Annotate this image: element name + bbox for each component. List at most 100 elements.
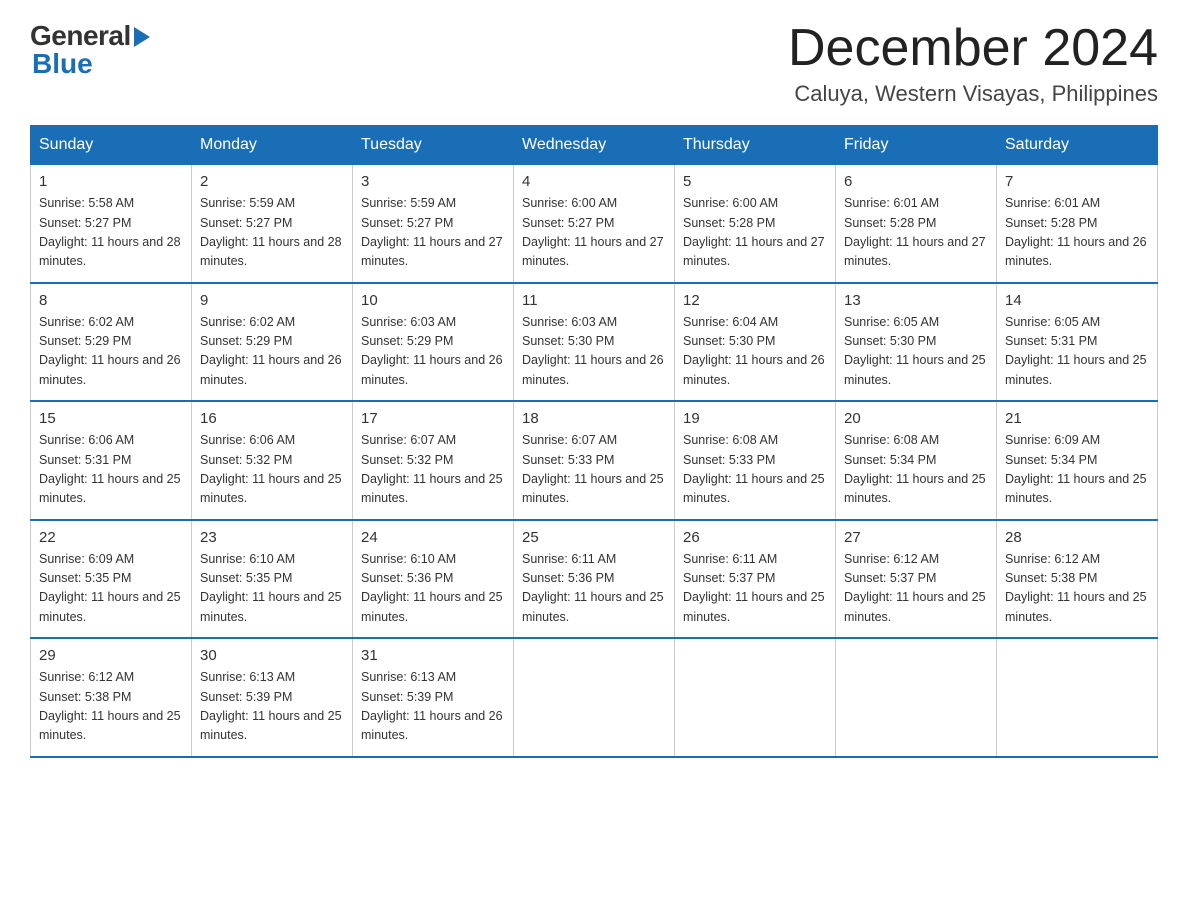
calendar-cell [997,638,1158,757]
calendar-cell: 3 Sunrise: 5:59 AMSunset: 5:27 PMDayligh… [353,165,514,283]
day-info: Sunrise: 6:07 AMSunset: 5:32 PMDaylight:… [361,433,503,505]
calendar-cell: 14 Sunrise: 6:05 AMSunset: 5:31 PMDaylig… [997,283,1158,402]
calendar-cell: 24 Sunrise: 6:10 AMSunset: 5:36 PMDaylig… [353,520,514,639]
day-number: 6 [844,173,988,190]
day-info: Sunrise: 6:02 AMSunset: 5:29 PMDaylight:… [200,315,342,387]
calendar-cell: 5 Sunrise: 6:00 AMSunset: 5:28 PMDayligh… [675,165,836,283]
day-info: Sunrise: 6:06 AMSunset: 5:31 PMDaylight:… [39,433,181,505]
day-info: Sunrise: 6:09 AMSunset: 5:34 PMDaylight:… [1005,433,1147,505]
calendar-week-row: 22 Sunrise: 6:09 AMSunset: 5:35 PMDaylig… [31,520,1158,639]
calendar-header-thursday: Thursday [675,126,836,165]
calendar-header-row: SundayMondayTuesdayWednesdayThursdayFrid… [31,126,1158,165]
day-number: 31 [361,647,505,664]
day-info: Sunrise: 6:13 AMSunset: 5:39 PMDaylight:… [200,670,342,742]
calendar-cell: 17 Sunrise: 6:07 AMSunset: 5:32 PMDaylig… [353,401,514,520]
day-info: Sunrise: 6:06 AMSunset: 5:32 PMDaylight:… [200,433,342,505]
calendar-header-wednesday: Wednesday [514,126,675,165]
day-info: Sunrise: 6:01 AMSunset: 5:28 PMDaylight:… [844,196,986,268]
calendar-cell: 11 Sunrise: 6:03 AMSunset: 5:30 PMDaylig… [514,283,675,402]
logo-blue-text: Blue [32,48,93,80]
day-number: 13 [844,292,988,309]
day-number: 2 [200,173,344,190]
day-number: 17 [361,410,505,427]
day-number: 1 [39,173,183,190]
day-info: Sunrise: 6:12 AMSunset: 5:38 PMDaylight:… [1005,552,1147,624]
day-info: Sunrise: 6:13 AMSunset: 5:39 PMDaylight:… [361,670,503,742]
calendar-cell: 16 Sunrise: 6:06 AMSunset: 5:32 PMDaylig… [192,401,353,520]
day-info: Sunrise: 6:04 AMSunset: 5:30 PMDaylight:… [683,315,825,387]
day-info: Sunrise: 6:03 AMSunset: 5:29 PMDaylight:… [361,315,503,387]
calendar-header-sunday: Sunday [31,126,192,165]
calendar-cell [514,638,675,757]
calendar-header-monday: Monday [192,126,353,165]
calendar-cell: 4 Sunrise: 6:00 AMSunset: 5:27 PMDayligh… [514,165,675,283]
calendar-cell: 13 Sunrise: 6:05 AMSunset: 5:30 PMDaylig… [836,283,997,402]
day-info: Sunrise: 6:05 AMSunset: 5:30 PMDaylight:… [844,315,986,387]
day-info: Sunrise: 6:08 AMSunset: 5:33 PMDaylight:… [683,433,825,505]
day-info: Sunrise: 6:10 AMSunset: 5:36 PMDaylight:… [361,552,503,624]
calendar-cell: 21 Sunrise: 6:09 AMSunset: 5:34 PMDaylig… [997,401,1158,520]
day-info: Sunrise: 6:03 AMSunset: 5:30 PMDaylight:… [522,315,664,387]
calendar-cell: 10 Sunrise: 6:03 AMSunset: 5:29 PMDaylig… [353,283,514,402]
page-header: General Blue December 2024 Caluya, Weste… [30,20,1158,107]
calendar-cell: 6 Sunrise: 6:01 AMSunset: 5:28 PMDayligh… [836,165,997,283]
logo-triangle-icon [134,27,150,47]
day-number: 15 [39,410,183,427]
calendar-cell: 27 Sunrise: 6:12 AMSunset: 5:37 PMDaylig… [836,520,997,639]
calendar-cell: 9 Sunrise: 6:02 AMSunset: 5:29 PMDayligh… [192,283,353,402]
calendar-cell: 19 Sunrise: 6:08 AMSunset: 5:33 PMDaylig… [675,401,836,520]
calendar-cell: 20 Sunrise: 6:08 AMSunset: 5:34 PMDaylig… [836,401,997,520]
day-number: 10 [361,292,505,309]
day-number: 21 [1005,410,1149,427]
calendar-cell [675,638,836,757]
day-info: Sunrise: 6:12 AMSunset: 5:37 PMDaylight:… [844,552,986,624]
day-number: 20 [844,410,988,427]
day-number: 12 [683,292,827,309]
location-subtitle: Caluya, Western Visayas, Philippines [788,81,1158,107]
calendar-header-saturday: Saturday [997,126,1158,165]
day-info: Sunrise: 6:00 AMSunset: 5:27 PMDaylight:… [522,196,664,268]
day-number: 22 [39,529,183,546]
day-info: Sunrise: 6:07 AMSunset: 5:33 PMDaylight:… [522,433,664,505]
calendar-cell: 8 Sunrise: 6:02 AMSunset: 5:29 PMDayligh… [31,283,192,402]
calendar-cell: 18 Sunrise: 6:07 AMSunset: 5:33 PMDaylig… [514,401,675,520]
day-number: 23 [200,529,344,546]
day-number: 27 [844,529,988,546]
day-info: Sunrise: 5:59 AMSunset: 5:27 PMDaylight:… [361,196,503,268]
day-number: 30 [200,647,344,664]
day-number: 7 [1005,173,1149,190]
day-number: 19 [683,410,827,427]
day-number: 3 [361,173,505,190]
calendar-table: SundayMondayTuesdayWednesdayThursdayFrid… [30,125,1158,758]
calendar-cell: 2 Sunrise: 5:59 AMSunset: 5:27 PMDayligh… [192,165,353,283]
day-number: 29 [39,647,183,664]
calendar-cell: 30 Sunrise: 6:13 AMSunset: 5:39 PMDaylig… [192,638,353,757]
calendar-cell [836,638,997,757]
day-number: 18 [522,410,666,427]
day-info: Sunrise: 6:11 AMSunset: 5:37 PMDaylight:… [683,552,825,624]
calendar-cell: 29 Sunrise: 6:12 AMSunset: 5:38 PMDaylig… [31,638,192,757]
day-info: Sunrise: 5:58 AMSunset: 5:27 PMDaylight:… [39,196,181,268]
day-number: 8 [39,292,183,309]
day-info: Sunrise: 6:09 AMSunset: 5:35 PMDaylight:… [39,552,181,624]
calendar-cell: 12 Sunrise: 6:04 AMSunset: 5:30 PMDaylig… [675,283,836,402]
title-block: December 2024 Caluya, Western Visayas, P… [788,20,1158,107]
day-number: 25 [522,529,666,546]
day-number: 24 [361,529,505,546]
day-number: 11 [522,292,666,309]
day-number: 16 [200,410,344,427]
calendar-cell: 15 Sunrise: 6:06 AMSunset: 5:31 PMDaylig… [31,401,192,520]
calendar-cell: 22 Sunrise: 6:09 AMSunset: 5:35 PMDaylig… [31,520,192,639]
day-number: 9 [200,292,344,309]
calendar-cell: 23 Sunrise: 6:10 AMSunset: 5:35 PMDaylig… [192,520,353,639]
day-number: 28 [1005,529,1149,546]
calendar-cell: 26 Sunrise: 6:11 AMSunset: 5:37 PMDaylig… [675,520,836,639]
calendar-header-tuesday: Tuesday [353,126,514,165]
calendar-week-row: 29 Sunrise: 6:12 AMSunset: 5:38 PMDaylig… [31,638,1158,757]
day-info: Sunrise: 6:05 AMSunset: 5:31 PMDaylight:… [1005,315,1147,387]
day-info: Sunrise: 5:59 AMSunset: 5:27 PMDaylight:… [200,196,342,268]
day-info: Sunrise: 6:01 AMSunset: 5:28 PMDaylight:… [1005,196,1147,268]
calendar-week-row: 1 Sunrise: 5:58 AMSunset: 5:27 PMDayligh… [31,165,1158,283]
calendar-week-row: 15 Sunrise: 6:06 AMSunset: 5:31 PMDaylig… [31,401,1158,520]
calendar-cell: 28 Sunrise: 6:12 AMSunset: 5:38 PMDaylig… [997,520,1158,639]
